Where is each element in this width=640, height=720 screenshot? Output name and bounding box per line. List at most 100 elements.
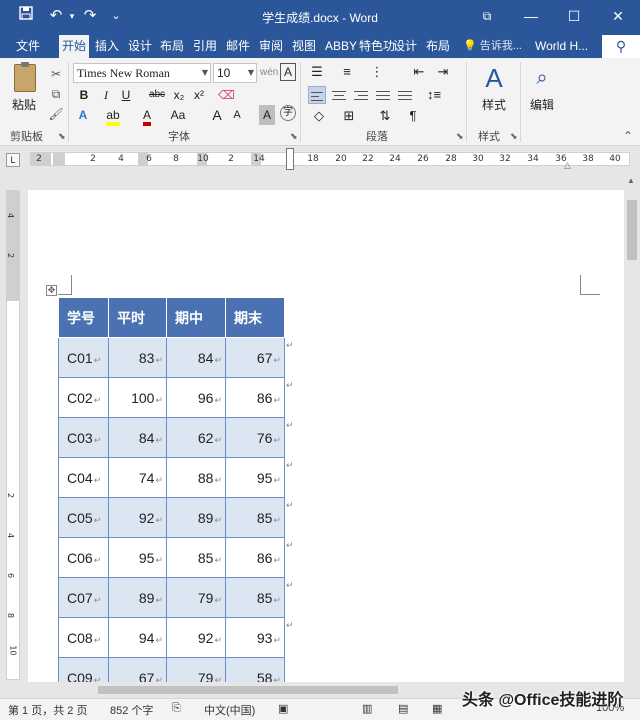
- macro-record-icon[interactable]: ▣: [278, 702, 288, 715]
- scroll-thumb[interactable]: [627, 200, 637, 260]
- table-cell[interactable]: 74↵: [108, 457, 167, 498]
- tab-home[interactable]: 开始: [59, 35, 90, 58]
- maximize-button[interactable]: ☐: [559, 4, 589, 28]
- decrease-indent-icon[interactable]: ⇤: [410, 62, 428, 82]
- header-student-id[interactable]: 学号: [58, 297, 109, 338]
- account-name[interactable]: World H...: [535, 35, 588, 58]
- change-case-icon[interactable]: Aa: [168, 105, 188, 125]
- table-move-handle-icon[interactable]: ✥: [46, 285, 57, 296]
- redo-icon[interactable]: ↷: [80, 6, 100, 26]
- tab-references[interactable]: 引用: [190, 35, 220, 58]
- editing-button[interactable]: ⌕ 编辑: [522, 62, 562, 124]
- scroll-up-icon[interactable]: ▲: [627, 176, 635, 185]
- web-layout-icon[interactable]: ▦: [432, 702, 442, 715]
- table-cell[interactable]: C02↵: [58, 377, 109, 418]
- font-color-icon[interactable]: A: [138, 105, 156, 126]
- save-icon[interactable]: [16, 6, 36, 26]
- sort-icon[interactable]: ⇅: [374, 106, 396, 126]
- minimize-button[interactable]: —: [516, 4, 546, 28]
- document-page[interactable]: ✥ 学号 平时 期中 期末 C01↵ 83↵ 84↵ 67↵ C02↵ 100↵…: [28, 190, 624, 682]
- table-cell[interactable]: 89↵: [166, 497, 226, 538]
- tab-view[interactable]: 视图: [289, 35, 319, 58]
- borders-icon[interactable]: ⊞: [338, 106, 360, 126]
- table-cell[interactable]: 92↵: [108, 497, 167, 538]
- table-cell[interactable]: C01↵: [58, 337, 109, 378]
- subscript-button[interactable]: x₂: [171, 85, 187, 105]
- table-cell[interactable]: C05↵: [58, 497, 109, 538]
- line-spacing-icon[interactable]: ↕≡: [422, 85, 446, 105]
- ribbon-display-options-icon[interactable]: ⧉: [472, 4, 502, 28]
- font-launcher-icon[interactable]: ⬊: [290, 131, 298, 142]
- superscript-button[interactable]: x²: [191, 85, 207, 105]
- header-regular-score[interactable]: 平时: [108, 297, 167, 338]
- table-cell[interactable]: 94↵: [108, 617, 167, 658]
- cut-icon[interactable]: ✂: [48, 66, 64, 82]
- table-cell[interactable]: 76↵: [225, 417, 285, 458]
- grades-table[interactable]: 学号 平时 期中 期末 C01↵ 83↵ 84↵ 67↵ C02↵ 100↵ 9…: [58, 297, 285, 682]
- bullets-icon[interactable]: ☰: [306, 62, 328, 82]
- table-cell[interactable]: 85↵: [225, 577, 285, 618]
- table-cell[interactable]: 86↵: [225, 377, 285, 418]
- page-count[interactable]: 第 1 页，共 2 页: [8, 702, 87, 718]
- language-status[interactable]: 中文(中国): [204, 702, 255, 718]
- text-effects-icon[interactable]: A: [74, 105, 92, 125]
- grow-font-icon[interactable]: A: [210, 105, 224, 125]
- character-shading-icon[interactable]: A: [259, 105, 275, 125]
- table-cell[interactable]: 93↵: [225, 617, 285, 658]
- scroll-thumb[interactable]: [98, 686, 398, 694]
- font-name-select[interactable]: Times New Roman ▼: [73, 63, 211, 83]
- justify-icon[interactable]: [374, 86, 392, 104]
- tab-selector[interactable]: L: [6, 153, 20, 167]
- table-cell[interactable]: 67↵: [108, 657, 167, 682]
- tab-table-layout[interactable]: 布局: [423, 35, 453, 58]
- italic-button[interactable]: I: [98, 85, 114, 105]
- tab-mailings[interactable]: 邮件: [223, 35, 253, 58]
- tab-review[interactable]: 审阅: [256, 35, 286, 58]
- show-marks-icon[interactable]: ¶: [404, 106, 422, 126]
- table-cell[interactable]: 85↵: [225, 497, 285, 538]
- table-cell[interactable]: 95↵: [225, 457, 285, 498]
- increase-indent-icon[interactable]: ⇥: [434, 62, 452, 82]
- tab-abbyy[interactable]: ABBY: [322, 35, 360, 58]
- styles-launcher-icon[interactable]: ⬊: [510, 131, 518, 142]
- table-cell[interactable]: 84↵: [108, 417, 167, 458]
- vertical-scrollbar[interactable]: ▲: [624, 172, 640, 682]
- tab-table-design[interactable]: 设计: [390, 35, 420, 58]
- font-size-select[interactable]: 10 ▼: [213, 63, 257, 83]
- bold-button[interactable]: B: [76, 85, 92, 105]
- table-cell[interactable]: 58↵: [225, 657, 285, 682]
- shading-icon[interactable]: ◇: [308, 106, 330, 126]
- numbering-icon[interactable]: ≡: [336, 62, 358, 82]
- table-cell[interactable]: C03↵: [58, 417, 109, 458]
- table-cell[interactable]: 92↵: [166, 617, 226, 658]
- tab-design[interactable]: 设计: [125, 35, 155, 58]
- word-count[interactable]: 852 个字: [110, 702, 153, 718]
- table-cell[interactable]: 86↵: [225, 537, 285, 578]
- close-button[interactable]: ✕: [603, 4, 633, 28]
- paragraph-launcher-icon[interactable]: ⬊: [456, 131, 464, 142]
- phonetic-guide-icon[interactable]: wén: [260, 63, 278, 83]
- character-border-icon[interactable]: A: [280, 63, 296, 81]
- header-midterm-score[interactable]: 期中: [166, 297, 226, 338]
- proofing-icon[interactable]: ⎘: [172, 702, 181, 715]
- enclose-characters-icon[interactable]: 字: [280, 105, 296, 121]
- read-mode-icon[interactable]: ▥: [362, 702, 372, 715]
- table-cell[interactable]: C09↵: [58, 657, 109, 682]
- distributed-icon[interactable]: [396, 86, 414, 104]
- align-left-icon[interactable]: [308, 86, 326, 104]
- table-cell[interactable]: 100↵: [108, 377, 167, 418]
- tab-file[interactable]: 文件: [6, 35, 50, 58]
- ruler-bar[interactable]: 2 2 4 6 8 10 2 14 18 20 22 24 26 28 30 3…: [30, 152, 630, 166]
- multilevel-list-icon[interactable]: ⋮: [366, 62, 388, 82]
- table-cell[interactable]: 88↵: [166, 457, 226, 498]
- table-cell[interactable]: 85↵: [166, 537, 226, 578]
- table-cell[interactable]: 95↵: [108, 537, 167, 578]
- vertical-ruler[interactable]: 4 2 2 4 6 8 10: [6, 190, 20, 680]
- table-cell[interactable]: 62↵: [166, 417, 226, 458]
- copy-icon[interactable]: ⧉: [48, 86, 64, 102]
- align-center-icon[interactable]: [330, 86, 348, 104]
- tell-me-search[interactable]: 💡 告诉我...: [463, 35, 522, 58]
- highlight-icon[interactable]: ab: [104, 105, 122, 126]
- indent-marker[interactable]: [286, 148, 294, 170]
- print-layout-icon[interactable]: ▤: [398, 702, 408, 715]
